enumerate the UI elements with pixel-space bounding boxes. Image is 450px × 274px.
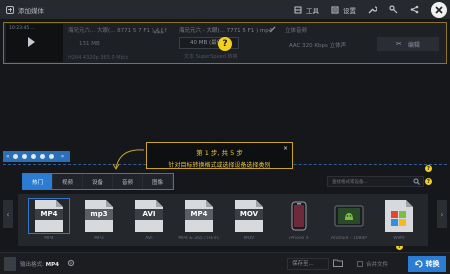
output-format-value: MP4 [45,262,59,268]
thumb-timestamp: 10:23:45 ... [9,26,35,31]
audio-track-selector[interactable]: 立体音频 [285,26,307,34]
windows-file-icon [385,200,413,232]
tooltip-close-icon[interactable]: × [283,145,288,152]
scroll-left-button[interactable]: ‹ [3,200,13,228]
merge-label: 合并文件 [366,262,389,268]
tab-popular[interactable]: 热门 [23,174,53,189]
output-file-name[interactable]: 海兄元六 - 大眼(... 7771 5 F1 ) mp4 [179,26,272,34]
mp3-file-icon: mp3 [85,209,113,220]
audio-codec-selector[interactable]: AAC 320 Kbps 立体声 [289,41,346,49]
tab-video[interactable]: 视频 [53,174,83,189]
android-device-icon [334,205,364,227]
format-item-mp4[interactable]: MP4 MP4 [24,194,74,246]
format-item-avi[interactable]: AVI AVI [124,194,174,246]
output-format-selector[interactable]: 输出格式: MP4 [20,260,59,268]
step-tooltip: 第 1 步, 共 5 步 针对目标转换格式或选择设备选择类别 × [146,142,293,169]
tooltip-body: 针对目标转换格式或选择设备选择类别 [168,162,271,169]
convert-label: 转换 [425,260,440,268]
format-search[interactable] [327,176,424,187]
format-grid: MP4 MP4 mp3 MP3 AVI AVI MP4 MP4 & 265 / … [18,194,428,246]
convert-button[interactable]: 转换 [408,256,446,272]
search-icon[interactable] [413,178,420,185]
mp4-file-icon: MP4 [185,209,213,220]
tools-button[interactable]: 工具 [294,5,319,15]
close-button[interactable] [431,1,447,18]
save-to-selector[interactable]: 保存至... [287,258,329,270]
conversion-arrow-icon: ▸▸▸ [154,28,165,36]
tooltip-pointer-icon [112,149,145,170]
format-search-input[interactable] [332,178,412,186]
format-item-mov[interactable]: MOV MOV [224,194,274,246]
pencil-icon[interactable] [269,26,276,35]
output-info: 文本 SuperSpeed 转换 [184,54,238,60]
format-item-wmv[interactable]: WMV [374,194,424,246]
format-caption: MP3 [94,236,104,241]
convert-icon [414,260,423,268]
format-caption: MP4 & 265 / HEVC [178,236,220,241]
tab-devices[interactable]: 设备 [83,174,113,189]
format-caption: Android - 1080P [330,236,368,241]
avi-file-icon: AVI [135,209,163,220]
settings-label: 设置 [343,6,356,15]
tab-images[interactable]: 图像 [143,174,173,189]
settings-button[interactable]: 设置 [331,5,356,15]
format-caption: iPhone X [289,236,309,241]
format-item-iphone[interactable]: iPhone X [274,194,324,246]
source-file-name: 海兄元六... 大眼(... 8771 5 7 F1 ) 4 f f [68,28,167,34]
tools-icon [294,6,302,13]
scroll-right-button[interactable]: › [437,200,447,228]
source-format-info: H264 4320p 365.0 Mb/s [68,55,129,61]
output-format-prefix: 输出格式: [20,262,44,268]
steps-next-icon[interactable]: » [61,153,65,160]
mov-file-icon: MOV [235,209,263,220]
settings-icon [331,6,339,13]
step-dot[interactable] [48,154,54,159]
tooltip-title: 第 1 步, 共 5 步 [196,149,243,157]
iphone-icon [291,201,307,231]
step-dot[interactable] [39,154,45,159]
format-item-android[interactable]: Android - 1080P [324,194,374,246]
top-toolbar: 添加媒体 工具 设置 [0,0,450,19]
merge-files-toggle[interactable]: 合并文件 [357,260,388,268]
mp4-file-icon: MP4 [35,209,63,220]
wrench-icon[interactable] [368,5,377,14]
format-caption: MOV [243,236,255,241]
tab-audio[interactable]: 音频 [113,174,143,189]
bottom-bar: 输出格式: MP4 保存至... 合并文件 转换 [0,252,450,274]
folder-icon[interactable] [333,259,343,267]
play-icon[interactable] [28,37,35,47]
close-icon [435,5,443,14]
output-format-icon[interactable] [4,257,16,271]
gear-icon[interactable] [67,259,75,267]
key-icon[interactable] [389,5,398,14]
source-file-size: 131 MB [79,41,100,47]
format-caption: MP4 [44,236,54,241]
plus-icon [6,5,14,14]
merge-checkbox[interactable] [357,261,363,267]
help-icon[interactable]: ? [218,37,232,51]
format-item-mp3[interactable]: mp3 MP3 [74,194,124,246]
add-media-label: 添加媒体 [18,6,44,15]
edit-label: 编辑 [407,41,420,49]
add-media-button[interactable]: 添加媒体 [6,5,44,15]
format-caption: AVI [145,236,153,241]
step-dot[interactable] [21,154,27,159]
step-dot[interactable] [30,154,36,159]
format-panel: 热门 视频 设备 音频 图像 MP4 MP4 mp3 MP3 AVI AVI M… [18,170,428,248]
format-caption: WMV [393,236,405,241]
tools-label: 工具 [306,6,319,15]
category-tabs: 热门 视频 设备 音频 图像 [22,173,174,190]
steps-prev-icon[interactable]: « [6,153,10,160]
video-thumbnail[interactable]: 10:23:45 ... [6,24,63,62]
scissors-icon: ✂ [396,40,402,48]
steps-progress[interactable]: « » [3,151,70,162]
format-item-mp4-hevc[interactable]: MP4 MP4 & 265 / HEVC [174,194,224,246]
step-dot[interactable] [12,154,18,159]
edit-button[interactable]: ✂ 编辑 [377,37,439,51]
share-icon[interactable] [410,5,419,14]
